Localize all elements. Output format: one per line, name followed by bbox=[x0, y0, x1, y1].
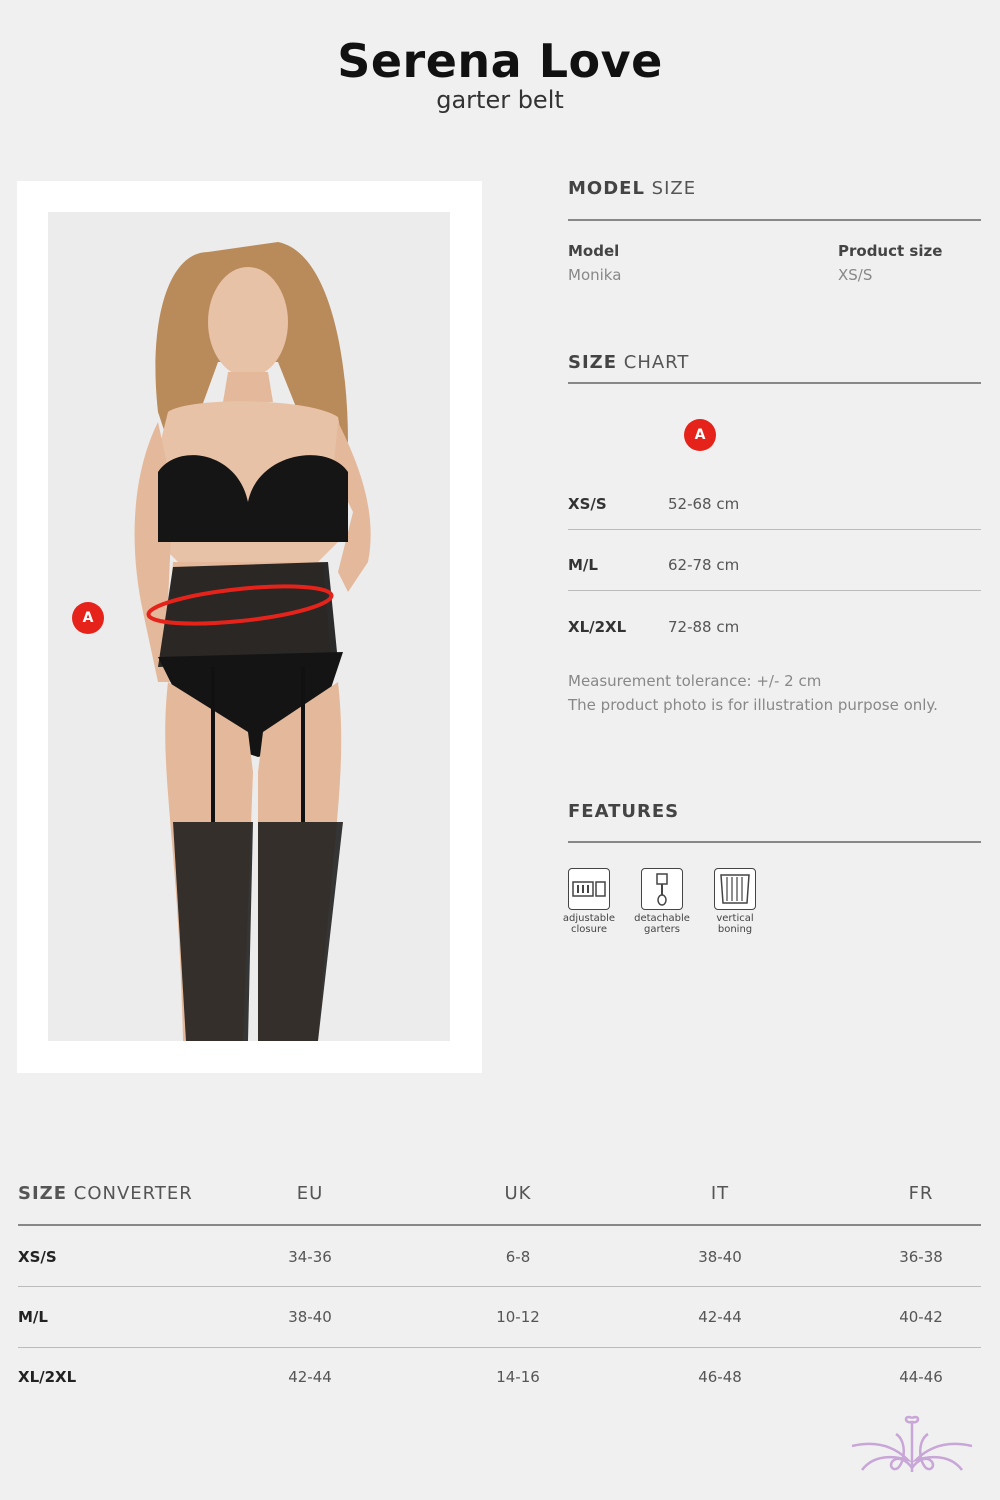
illustration-note: The product photo is for illustration pu… bbox=[568, 696, 938, 714]
page-title: Serena Love bbox=[337, 34, 663, 88]
size-chart-value: 72-88 cm bbox=[668, 618, 740, 636]
feature-detachable-garters: detachable garters bbox=[627, 868, 697, 935]
size-chart-heading: SIZE CHART bbox=[568, 352, 690, 373]
feature-adjustable-closure: adjustable closure bbox=[554, 868, 624, 935]
converter-cell: 10-12 bbox=[496, 1308, 540, 1326]
converter-cell: 42-44 bbox=[288, 1368, 332, 1386]
product-photo bbox=[48, 212, 450, 1041]
row-divider bbox=[18, 1286, 981, 1287]
converter-column-uk: UK bbox=[504, 1183, 532, 1204]
converter-cell: 40-42 bbox=[899, 1308, 943, 1326]
page-subtitle: garter belt bbox=[436, 86, 564, 114]
converter-cell: 6-8 bbox=[505, 1248, 531, 1266]
row-divider bbox=[568, 529, 981, 530]
converter-column-eu: EU bbox=[296, 1183, 324, 1204]
converter-row-size: XL/2XL bbox=[18, 1368, 77, 1386]
vertical-boning-icon bbox=[714, 868, 756, 910]
size-chart-size: XS/S bbox=[568, 495, 607, 513]
size-chart-value: 52-68 cm bbox=[668, 495, 740, 513]
adjustable-closure-icon bbox=[568, 868, 610, 910]
divider bbox=[568, 841, 981, 843]
size-chart-column-marker: A bbox=[684, 419, 716, 451]
divider bbox=[568, 219, 981, 221]
size-converter-heading: SIZE CONVERTER bbox=[18, 1183, 193, 1204]
feature-caption: adjustable closure bbox=[562, 913, 616, 935]
product-size-label: Product size bbox=[838, 242, 943, 260]
feature-caption: detachable garters bbox=[634, 913, 690, 935]
converter-column-it: IT bbox=[710, 1183, 730, 1204]
features-heading: FEATURES bbox=[568, 801, 680, 822]
converter-cell: 34-36 bbox=[288, 1248, 332, 1266]
size-chart-size: XL/2XL bbox=[568, 618, 627, 636]
converter-row-size: M/L bbox=[18, 1308, 48, 1326]
model-value: Monika bbox=[568, 266, 622, 284]
converter-cell: 46-48 bbox=[698, 1368, 742, 1386]
divider bbox=[18, 1224, 981, 1226]
converter-cell: 44-46 bbox=[899, 1368, 943, 1386]
feature-vertical-boning: vertical boning bbox=[700, 868, 770, 935]
row-divider bbox=[18, 1347, 981, 1348]
converter-cell: 14-16 bbox=[496, 1368, 540, 1386]
converter-column-fr: FR bbox=[908, 1183, 934, 1204]
product-size-value: XS/S bbox=[838, 266, 873, 284]
converter-cell: 38-40 bbox=[288, 1308, 332, 1326]
converter-cell: 42-44 bbox=[698, 1308, 742, 1326]
model-illustration bbox=[134, 242, 371, 1041]
size-chart-size: M/L bbox=[568, 556, 598, 574]
brand-logo bbox=[851, 1415, 973, 1472]
feature-caption: vertical boning bbox=[716, 913, 754, 935]
converter-cell: 38-40 bbox=[698, 1248, 742, 1266]
model-label: Model bbox=[568, 242, 620, 260]
size-chart-value: 62-78 cm bbox=[668, 556, 740, 574]
measurement-marker-a: A bbox=[72, 602, 104, 634]
detachable-garters-icon bbox=[641, 868, 683, 910]
model-size-heading: MODEL SIZE bbox=[568, 178, 697, 199]
converter-cell: 36-38 bbox=[899, 1248, 943, 1266]
converter-row-size: XS/S bbox=[18, 1248, 57, 1266]
row-divider bbox=[568, 590, 981, 591]
divider bbox=[568, 382, 981, 384]
tolerance-note: Measurement tolerance: +/- 2 cm bbox=[568, 672, 822, 690]
